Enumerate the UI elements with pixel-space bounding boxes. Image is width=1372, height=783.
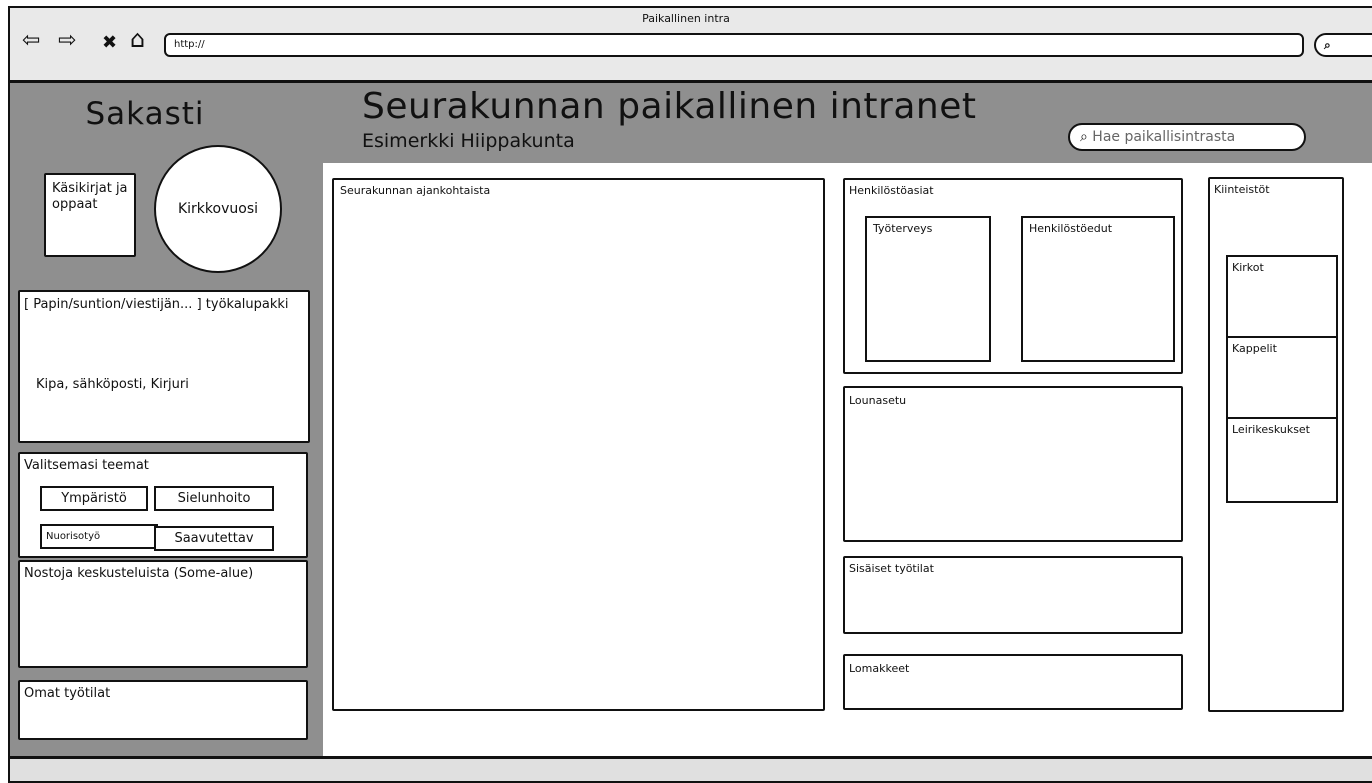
own-workspaces-panel[interactable]: Omat työtilat [18,680,308,740]
back-icon[interactable]: ⇦ [22,30,40,52]
employee-benefits-card[interactable]: Henkilöstöedut [1021,216,1175,362]
themes-title: Valitsemasi teemat [24,458,149,473]
news-title: Seurakunnan ajankohtaista [340,184,491,197]
search-icon: ⌕ [1080,129,1088,145]
hr-panel: Henkilöstöasiat Työterveys Henkilöstöedu… [843,178,1183,374]
occupational-health-card[interactable]: Työterveys [865,216,991,362]
churches-card[interactable]: Kirkot [1226,255,1338,341]
news-panel[interactable]: Seurakunnan ajankohtaista [332,178,825,711]
intranet-search-input[interactable]: ⌕ Hae paikallisintrasta [1068,123,1306,151]
hr-title: Henkilöstöasiat [849,184,934,197]
property-panel: Kiinteistöt Kirkot Kappelit Leirikeskuks… [1208,177,1344,712]
church-year-label: Kirkkovuosi [177,201,258,217]
sidebar-title: Sakasti [85,96,205,132]
search-placeholder: Hae paikallisintrasta [1092,129,1236,145]
own-workspaces-title: Omat työtilat [24,686,111,701]
discussion-highlights-panel[interactable]: Nostoja keskusteluista (Some-alue) [18,560,308,668]
search-icon: ⌕ [1324,38,1331,52]
themes-panel: Valitsemasi teemat Ympäristö Sielunhoito… [18,452,308,558]
toolkit-panel: [ Papin/suntion/viestijän... ] työkalupa… [18,290,310,443]
discussion-title: Nostoja keskusteluista (Some-alue) [24,566,254,581]
browser-search-button[interactable]: ⌕ [1314,33,1372,57]
forms-title: Lomakkeet [849,662,910,675]
home-icon[interactable]: ⌂ [130,27,145,51]
workspaces-title: Sisäiset työtilat [849,562,934,575]
forward-icon[interactable]: ⇨ [58,30,76,52]
theme-accessibility[interactable]: Saavutettav [154,526,274,551]
internal-workspaces-panel[interactable]: Sisäiset työtilat [843,556,1183,634]
forms-panel[interactable]: Lomakkeet [843,654,1183,710]
toolkit-items[interactable]: Kipa, sähköposti, Kirjuri [36,376,189,394]
church-year-button[interactable]: Kirkkovuosi [154,145,282,273]
theme-environment[interactable]: Ympäristö [40,486,148,511]
toolkit-title: [ Papin/suntion/viestijän... ] työkalupa… [24,297,289,312]
property-title: Kiinteistöt [1214,183,1270,196]
status-bar [8,756,1372,783]
lunch-title: Lounasetu [849,394,907,407]
page-subtitle: Esimerkki Hiippakunta [362,130,575,152]
lunch-benefit-panel[interactable]: Lounasetu [843,386,1183,542]
manuals-button[interactable]: Käsikirjat ja oppaat [44,173,136,257]
theme-youth-work[interactable]: Nuorisotyö [40,524,158,549]
chapels-card[interactable]: Kappelit [1226,336,1338,422]
theme-pastoral-care[interactable]: Sielunhoito [154,486,274,511]
address-bar[interactable]: http:// [164,33,1304,57]
window-title: Paikallinen intra [642,12,730,25]
address-text: http:// [174,39,205,50]
camp-centers-card[interactable]: Leirikeskukset [1226,417,1338,503]
page-title: Seurakunnan paikallinen intranet [362,86,977,127]
stop-icon[interactable]: ✖ [102,32,117,54]
